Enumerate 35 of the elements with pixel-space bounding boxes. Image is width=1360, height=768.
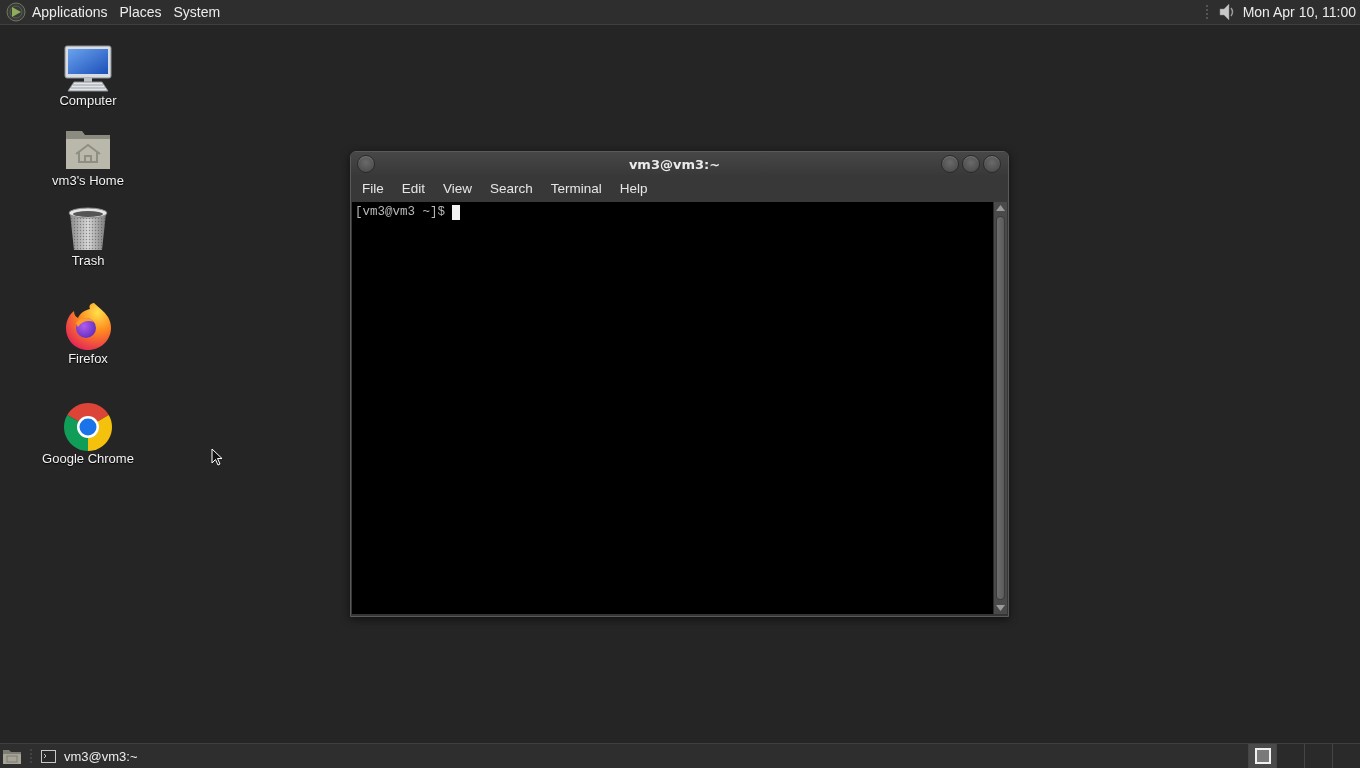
text-cursor-icon xyxy=(452,205,460,220)
menu-item[interactable]: Help xyxy=(610,178,657,200)
panel-menu[interactable]: System xyxy=(167,1,227,23)
desktop-icon-label[interactable]: vm3's Home xyxy=(52,173,124,189)
minimize-button[interactable] xyxy=(941,155,959,173)
desktop-icon-label[interactable]: Google Chrome xyxy=(42,451,134,467)
computer-icon xyxy=(64,45,112,93)
title-bar[interactable]: vm3@vm3:~ xyxy=(351,152,1008,176)
scrollbar[interactable] xyxy=(993,202,1007,614)
play-circle-icon[interactable] xyxy=(6,2,26,22)
window-menu-button[interactable] xyxy=(357,155,375,173)
workspace-button[interactable] xyxy=(1248,744,1276,768)
panel-menu[interactable]: Places xyxy=(113,1,168,23)
menu-item[interactable]: Search xyxy=(481,178,542,200)
clock[interactable]: Mon Apr 10, 11:00 xyxy=(1236,4,1356,20)
chrome-logo-icon xyxy=(64,403,112,451)
panel-grip-icon[interactable] xyxy=(1204,4,1209,20)
mouse-pointer-icon xyxy=(211,448,223,466)
window-title: vm3@vm3:~ xyxy=(627,156,722,172)
panel-menu[interactable]: Applications xyxy=(26,1,114,23)
firefox-logo-icon xyxy=(64,303,112,351)
desktop-icon-label[interactable]: Computer xyxy=(59,93,117,109)
menu-item[interactable]: File xyxy=(353,178,393,200)
menu-item[interactable]: View xyxy=(434,178,482,200)
close-button[interactable] xyxy=(983,155,1001,173)
scroll-up-icon[interactable] xyxy=(996,204,1005,212)
shell-prompt: [vm3@vm3 ~]$ xyxy=(355,204,445,220)
desktop-icon-label[interactable]: Trash xyxy=(71,253,105,269)
maximize-button[interactable] xyxy=(962,155,980,173)
menu-item[interactable]: Terminal xyxy=(541,178,611,200)
scroll-down-icon[interactable] xyxy=(996,604,1005,612)
scrollbar-thumb[interactable] xyxy=(996,216,1005,600)
desktop-icon-label[interactable]: Firefox xyxy=(68,351,108,367)
menu-item[interactable]: Edit xyxy=(392,178,435,200)
terminal-icon xyxy=(41,749,56,763)
